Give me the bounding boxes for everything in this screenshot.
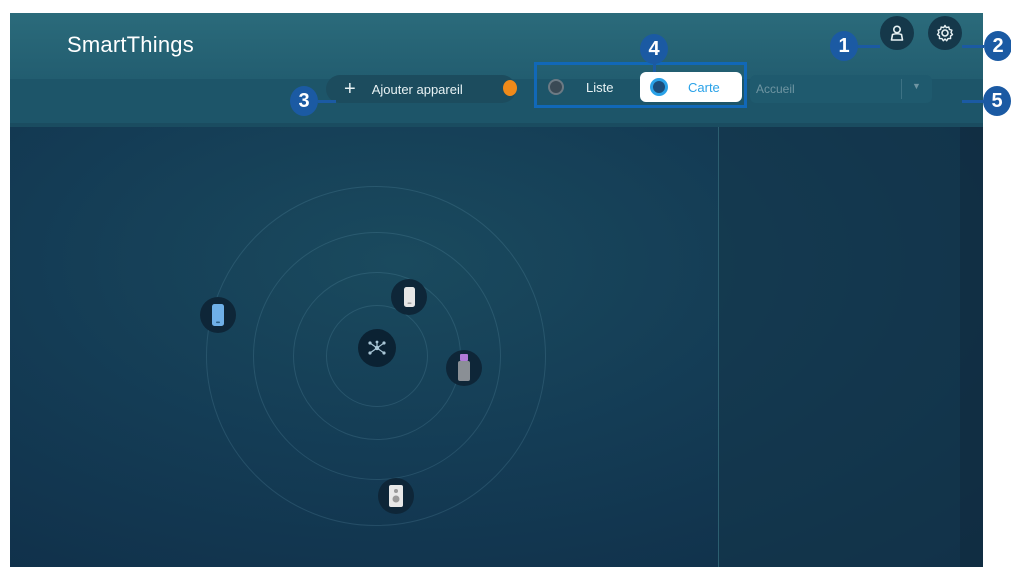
gear-icon — [936, 24, 954, 42]
speaker-icon — [389, 485, 403, 507]
add-device-label: Ajouter appareil — [371, 81, 463, 97]
person-icon — [890, 25, 904, 41]
callout-3-connector — [318, 100, 336, 103]
callout-4: 4 — [640, 34, 668, 64]
side-panel-divider — [718, 127, 719, 567]
profile-button[interactable] — [880, 16, 914, 50]
side-panel-scroll-strip — [960, 127, 983, 567]
callout-5-connector — [962, 100, 984, 103]
callout-2: 2 — [984, 31, 1011, 61]
callout-1-connector — [858, 45, 880, 48]
settings-button[interactable] — [928, 16, 962, 50]
white-phone-device[interactable] — [391, 279, 427, 315]
map-view-option[interactable]: Carte — [640, 72, 742, 102]
smartphone-icon — [403, 287, 415, 307]
chevron-down-icon: ▼ — [912, 81, 921, 91]
location-select-value: Accueil — [756, 82, 795, 96]
callout-3: 3 — [290, 86, 318, 116]
speaker-device[interactable] — [378, 478, 414, 514]
map-view-label: Carte — [688, 79, 720, 95]
list-radio — [548, 79, 564, 95]
callout-1: 1 — [830, 31, 858, 61]
usb-stick-icon — [458, 354, 470, 381]
callout-5: 5 — [983, 86, 1011, 116]
smartphone-icon — [212, 304, 224, 326]
app-title: SmartThings — [67, 32, 194, 57]
add-device-button[interactable]: + Ajouter appareil — [326, 75, 516, 103]
usb-device[interactable] — [446, 350, 482, 386]
list-view-option[interactable]: Liste — [548, 73, 632, 101]
callout-4-connector — [653, 62, 656, 72]
hub-node[interactable] — [358, 329, 396, 367]
side-panel — [718, 127, 983, 567]
hub-icon — [368, 340, 386, 355]
phone-device[interactable] — [200, 297, 236, 333]
select-divider — [901, 79, 902, 99]
map-radio — [650, 78, 668, 96]
list-view-label: Liste — [586, 79, 614, 95]
callout-2-connector — [962, 45, 984, 48]
location-select[interactable]: Accueil ▼ — [750, 75, 932, 103]
notification-badge — [503, 80, 517, 96]
plus-icon: + — [344, 78, 356, 100]
